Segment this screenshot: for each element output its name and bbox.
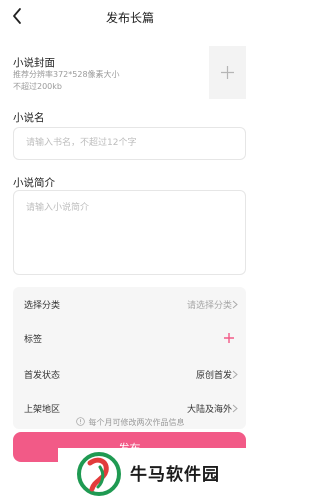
- cover-label: 小说封面: [13, 57, 55, 69]
- page-title: 发布长篇: [105, 11, 154, 25]
- cover-hint-size: 不超过200kb: [13, 82, 62, 91]
- novel-intro-input[interactable]: 请输入小说简介: [13, 190, 246, 275]
- chevron-right-icon: [232, 300, 238, 309]
- first-release-row[interactable]: 首发状态 原创首发: [13, 357, 246, 391]
- tags-row[interactable]: 标签: [13, 321, 246, 355]
- first-release-label: 首发状态: [24, 371, 61, 381]
- cover-hint-resolution: 推荐分辨率372*528像素大小: [13, 70, 120, 79]
- add-tag-plus-icon[interactable]: [223, 332, 235, 344]
- chevron-right-icon: [232, 404, 238, 413]
- watermark-logo-icon: [77, 452, 121, 496]
- region-value: 大陆及海外: [186, 405, 232, 415]
- tags-label: 标签: [24, 335, 43, 345]
- region-label: 上架地区: [24, 405, 61, 415]
- watermark: 牛马软件园: [58, 448, 260, 500]
- first-release-value: 原创首发: [195, 371, 232, 381]
- edit-limit-notice: 每个月可修改两次作品信息: [0, 417, 260, 428]
- category-row[interactable]: 选择分类 请选择分类: [13, 287, 246, 321]
- info-icon: [75, 417, 85, 426]
- notice-text: 每个月可修改两次作品信息: [88, 418, 185, 427]
- cover-upload-button[interactable]: [209, 46, 246, 99]
- category-value: 请选择分类: [186, 301, 232, 311]
- category-label: 选择分类: [24, 301, 61, 311]
- novel-name-label: 小说名: [13, 112, 45, 124]
- novel-intro-label: 小说简介: [13, 177, 55, 189]
- chevron-right-icon: [232, 370, 238, 379]
- watermark-text: 牛马软件园: [130, 465, 220, 485]
- plus-icon: [221, 66, 234, 79]
- top-bar: 发布长篇: [0, 0, 260, 36]
- settings-panel: 选择分类 请选择分类 标签 首发状态 原创首发 上架地区 大陆及海外: [13, 287, 246, 429]
- novel-name-input[interactable]: 请输入书名，不超过12个字: [13, 127, 246, 160]
